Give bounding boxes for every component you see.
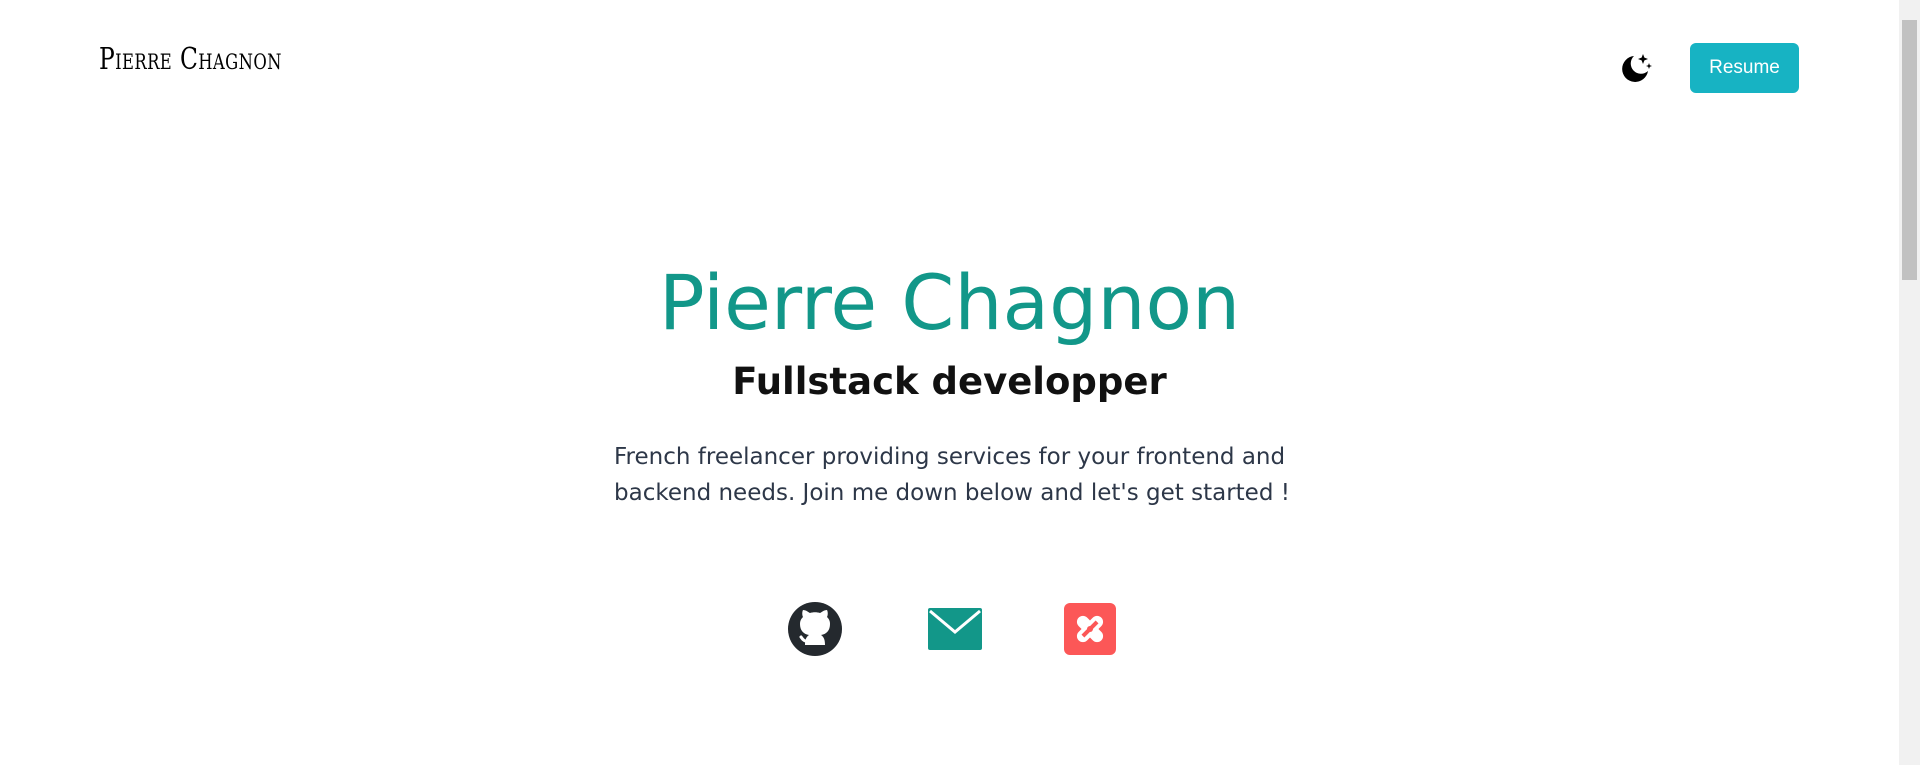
scrollbar[interactable] <box>1899 0 1920 765</box>
hero-subtitle: Fullstack developper <box>732 360 1167 403</box>
hero-description: French freelancer providing services for… <box>614 444 1290 506</box>
resume-button[interactable]: Resume <box>1690 43 1799 93</box>
scrollbar-thumb[interactable] <box>1902 20 1917 280</box>
email-link[interactable] <box>927 601 983 657</box>
mail-icon <box>928 608 982 650</box>
page: Pierre Chagnon Resume Pierre Chagnon Ful… <box>0 0 1920 765</box>
site-logo[interactable]: Pierre Chagnon <box>99 42 282 77</box>
malt-link[interactable] <box>1064 601 1116 657</box>
viewport: Pierre Chagnon Resume Pierre Chagnon Ful… <box>0 0 1899 765</box>
github-link[interactable] <box>786 601 844 657</box>
theme-toggle-button[interactable] <box>1616 48 1656 88</box>
hero-title: Pierre Chagnon <box>658 258 1241 347</box>
malt-icon <box>1064 603 1116 655</box>
github-icon <box>788 602 842 656</box>
site-header: Pierre Chagnon Resume <box>0 0 1899 140</box>
moon-stars-icon <box>1622 54 1652 82</box>
